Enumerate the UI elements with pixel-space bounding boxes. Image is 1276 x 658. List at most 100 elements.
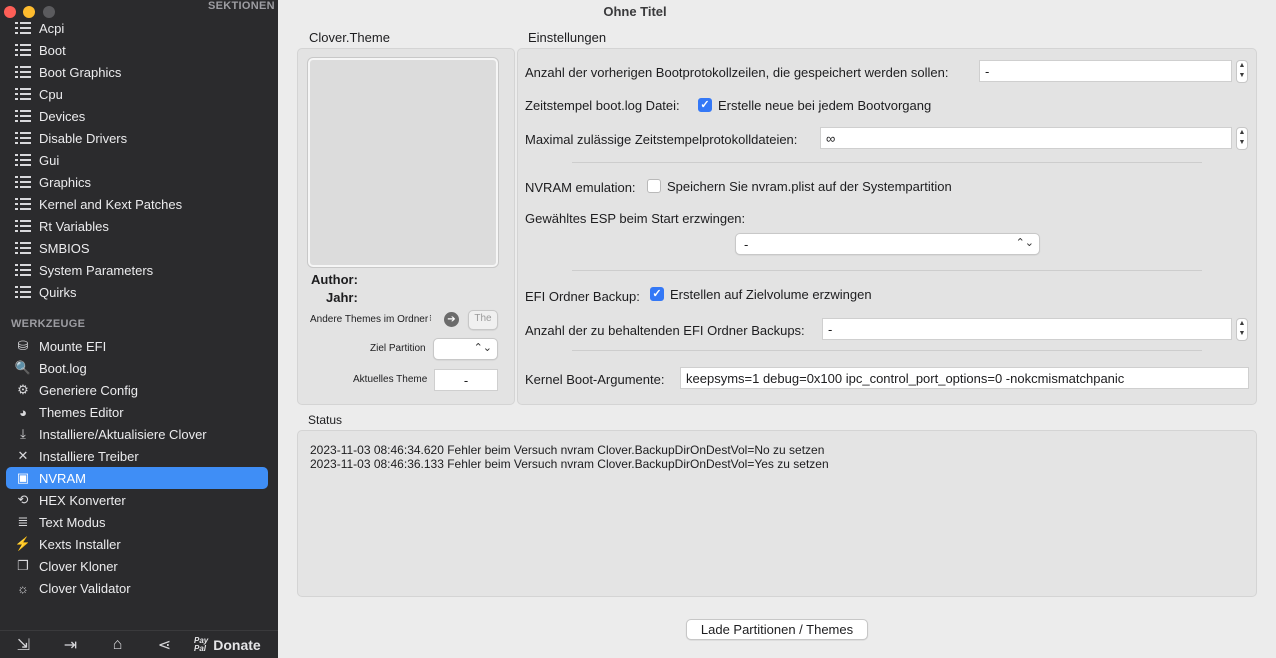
nvram-emulation-label: NVRAM emulation: [525, 180, 636, 195]
sidebar-item-system-parameters[interactable]: System Parameters [6, 259, 268, 281]
list-icon [14, 262, 32, 278]
sidebar-item-label: Boot [39, 42, 66, 58]
tools-icon: ✕ [17, 448, 29, 463]
sidebar-item-boot-graphics[interactable]: Boot Graphics [6, 61, 268, 83]
sidebar-item-cpu[interactable]: Cpu [6, 83, 268, 105]
target-partition-select[interactable]: ⌃⌄ [433, 338, 498, 360]
efi-keep-field[interactable]: - [822, 318, 1232, 340]
sidebar-tool-installiere-aktualisiere-clover[interactable]: ⤓ Installiere/Aktualisiere Clover [6, 423, 268, 445]
list-icon [14, 64, 32, 80]
sections-heading: SEKTIONEN [208, 0, 275, 12]
sidebar-tool-kexts-installer[interactable]: ⚡ Kexts Installer [6, 533, 268, 555]
sidebar-item-label: System Parameters [39, 262, 154, 278]
other-themes-button[interactable]: The [468, 310, 498, 330]
author-label: Author: [311, 272, 358, 287]
share-icon[interactable]: ⋖ [141, 631, 188, 658]
clone-icon: ❐ [17, 558, 29, 573]
load-partitions-button[interactable]: Lade Partitionen / Themes [686, 619, 868, 640]
sidebar-item-label: Quirks [39, 284, 77, 300]
sidebar-item-disable-drivers[interactable]: Disable Drivers [6, 127, 268, 149]
arrow-right-icon[interactable]: ➔ [444, 312, 459, 327]
sidebar-tool-installiere-treiber[interactable]: ✕ Installiere Treiber [6, 445, 268, 467]
export-icon[interactable]: ⇥ [47, 631, 94, 658]
sidebar-tool-clover-validator[interactable]: ☼ Clover Validator [6, 577, 268, 599]
chip-icon: ▣ [16, 470, 30, 485]
efi-backup-checkbox[interactable]: ✓ [650, 287, 664, 301]
target-partition-label: Ziel Partition [370, 343, 426, 354]
list-icon [14, 218, 32, 234]
paypal-icon: Pay Pal [194, 635, 209, 653]
divider [572, 350, 1202, 351]
lightbulb-icon: ☼ [17, 580, 29, 596]
sidebar-item-devices[interactable]: Devices [6, 105, 268, 127]
sidebar-tool-boot-log[interactable]: 🔍 Boot.log [6, 357, 268, 379]
sidebar-tool-nvram[interactable]: ▣ NVRAM [6, 467, 268, 489]
sidebar-item-label: Cpu [39, 86, 63, 102]
theme-preview-image [308, 58, 498, 267]
sidebar-tool-label: Clover Kloner [39, 558, 118, 574]
palette-icon: ◕ [19, 404, 27, 420]
timestamp-checkbox[interactable]: ✓ [698, 98, 712, 112]
sidebar-item-label: Gui [39, 152, 60, 168]
list-icon [14, 42, 32, 58]
max-timestamp-stepper[interactable]: ▲ ▼ [1236, 127, 1248, 150]
sidebar-item-label: Rt Variables [39, 218, 109, 234]
sidebar-tool-hex-konverter[interactable]: ⟲ HEX Konverter [6, 489, 268, 511]
sidebar-tool-clover-kloner[interactable]: ❐ Clover Kloner [6, 555, 268, 577]
donate-button[interactable]: Pay Pal Donate [194, 635, 261, 653]
sidebar-item-label: Acpi [39, 20, 65, 36]
sidebar-item-rt-variables[interactable]: Rt Variables [6, 215, 268, 237]
bootlog-lines-stepper[interactable]: ▲ ▼ [1236, 60, 1248, 83]
year-label: Jahr: [326, 290, 358, 305]
sidebar-tool-themes-editor[interactable]: ◕ Themes Editor [6, 401, 268, 423]
sidebar-tool-mounte-efi[interactable]: ⛁ Mounte EFI [6, 335, 268, 357]
window-title: Ohne Titel [603, 4, 667, 19]
sidebar-item-label: Graphics [39, 174, 92, 190]
sidebar-tool-label: Kexts Installer [39, 536, 121, 552]
efi-keep-label: Anzahl der zu behaltenden EFI Ordner Bac… [525, 323, 805, 338]
nvram-emulation-checkbox[interactable] [647, 179, 661, 193]
kernel-args-field[interactable]: keepsyms=1 debug=0x100 ipc_control_port_… [680, 367, 1249, 389]
sidebar-tool-text-modus[interactable]: ≣ Text Modus [6, 511, 268, 533]
status-line: 2023-11-03 08:46:34.620 Fehler beim Vers… [310, 443, 825, 457]
status-line: 2023-11-03 08:46:36.133 Fehler beim Vers… [310, 457, 829, 471]
efi-keep-stepper[interactable]: ▲ ▼ [1236, 318, 1248, 341]
kernel-args-label: Kernel Boot-Argumente: [525, 372, 665, 387]
sidebar-tool-label: Generiere Config [39, 382, 138, 398]
efi-backup-checkbox-label: Erstellen auf Zielvolume erzwingen [670, 287, 872, 302]
current-theme-label: Aktuelles Theme [353, 374, 428, 385]
list-icon [14, 284, 32, 300]
sidebar-tool-generiere-config[interactable]: ⚙ Generiere Config [6, 379, 268, 401]
sidebar-tool-label: Installiere Treiber [39, 448, 139, 464]
sidebar-item-label: Disable Drivers [39, 130, 128, 146]
sidebar-tool-label: Clover Validator [39, 580, 131, 596]
sidebar-item-graphics[interactable]: Graphics [6, 171, 268, 193]
sidebar-tool-label: Themes Editor [39, 404, 124, 420]
import-icon[interactable]: ⇲ [0, 631, 47, 658]
sidebar-item-kernel-and-kext-patches[interactable]: Kernel and Kext Patches [6, 193, 268, 215]
list-icon [14, 196, 32, 212]
sidebar-item-smbios[interactable]: SMBIOS [6, 237, 268, 259]
list-icon [14, 20, 32, 36]
sidebar-bottom-toolbar: ⇲ ⇥ ⌂ ⋖ Pay Pal Donate [0, 630, 278, 658]
max-timestamp-field[interactable]: ∞ [820, 127, 1232, 149]
current-theme-field[interactable]: - [434, 369, 498, 391]
bootlog-lines-field[interactable]: - [979, 60, 1232, 82]
home-icon[interactable]: ⌂ [94, 631, 141, 658]
log-search-icon: 🔍 [14, 360, 32, 375]
nvram-emulation-checkbox-label: Speichern Sie nvram.plist auf der System… [667, 179, 952, 194]
esp-select[interactable]: - ⌃⌄ [735, 233, 1040, 255]
sidebar-item-quirks[interactable]: Quirks [6, 281, 268, 303]
timestamp-label: Zeitstempel boot.log Datei: [525, 98, 680, 113]
sidebar-item-label: SMBIOS [39, 240, 90, 256]
divider [572, 162, 1202, 163]
sidebar-item-acpi[interactable]: Acpi [6, 17, 268, 39]
sidebar-item-label: Kernel and Kext Patches [39, 196, 183, 212]
esp-select-value: - [744, 237, 749, 252]
main-content: Ohne Titel Clover.Theme Author: Jahr: An… [278, 0, 1276, 658]
other-themes-stepper[interactable]: ⁝ [429, 313, 432, 324]
status-title: Status [308, 413, 343, 427]
sidebar-item-gui[interactable]: Gui [6, 149, 268, 171]
status-log: 2023-11-03 08:46:34.620 Fehler beim Vers… [297, 430, 1257, 597]
sidebar-item-boot[interactable]: Boot [6, 39, 268, 61]
